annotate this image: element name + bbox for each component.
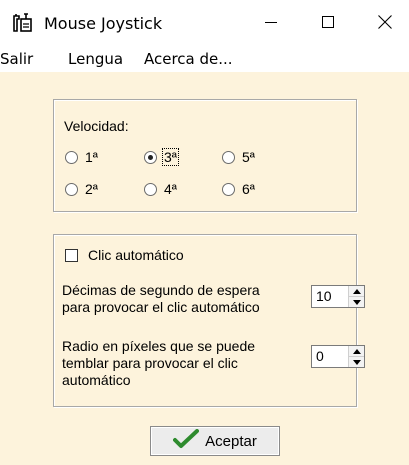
radio-button[interactable] <box>144 182 157 196</box>
speed-option-label: 3ª <box>162 148 179 166</box>
spin-up-button[interactable] <box>349 346 364 357</box>
delay-spinner-arrows <box>348 286 364 307</box>
minimize-icon <box>265 16 277 28</box>
speed-option-label: 6ª <box>242 181 255 197</box>
joystick-icon <box>12 12 36 34</box>
maximize-icon <box>322 16 334 28</box>
triangle-up-icon <box>352 288 361 294</box>
minimize-button[interactable] <box>248 0 294 44</box>
window-title: Mouse Joystick <box>44 14 163 33</box>
spin-up-button[interactable] <box>349 286 364 297</box>
title-bar[interactable]: Mouse Joystick <box>0 0 409 44</box>
spin-down-button[interactable] <box>349 297 364 307</box>
menu-item-lengua[interactable]: Lengua <box>68 50 123 68</box>
triangle-up-icon <box>352 348 361 354</box>
accept-button[interactable]: Aceptar <box>150 426 280 456</box>
delay-label-line1: Décimas de segundo de espera <box>62 282 260 298</box>
speed-option-label: 1ª <box>85 149 98 165</box>
speed-option-2[interactable]: 2ª <box>65 181 99 197</box>
triangle-down-icon <box>352 359 361 365</box>
accept-label: Aceptar <box>205 432 257 450</box>
close-icon <box>378 15 392 29</box>
speed-option-3[interactable]: 3ª <box>144 148 179 166</box>
speed-option-6[interactable]: 6ª <box>222 181 256 197</box>
speed-option-4[interactable]: 4ª <box>144 181 178 197</box>
radius-label-line2: temblar para provocar el clic <box>62 355 238 371</box>
menu-item-acerca[interactable]: Acerca de... <box>144 50 233 68</box>
menu-bar: Salir Lengua Acerca de... <box>0 44 409 72</box>
radius-spinner[interactable]: 0 <box>311 345 365 368</box>
radio-button[interactable] <box>222 150 235 164</box>
menu-item-salir[interactable]: Salir <box>0 50 33 68</box>
main-window: Mouse Joystick Salir Lengua Acerca de...… <box>0 0 409 465</box>
speed-option-5[interactable]: 5ª <box>222 149 256 165</box>
speed-option-1[interactable]: 1ª <box>65 149 99 165</box>
close-button[interactable] <box>362 0 408 44</box>
triangle-down-icon <box>352 299 361 305</box>
speed-label: Velocidad: <box>64 118 129 134</box>
delay-spinner[interactable]: 10 <box>311 285 365 308</box>
radius-value[interactable]: 0 <box>312 346 348 367</box>
checkmark-icon <box>173 428 205 454</box>
autoclick-checkbox[interactable] <box>65 249 78 262</box>
radio-button-selected[interactable] <box>144 150 157 164</box>
speed-option-label: 5ª <box>242 149 255 165</box>
delay-value[interactable]: 10 <box>312 286 348 307</box>
speed-option-label: 4ª <box>164 181 177 197</box>
delay-label-line2: para provocar el clic automático <box>62 299 260 315</box>
speed-option-label: 2ª <box>85 181 98 197</box>
radio-button[interactable] <box>65 182 78 196</box>
spin-down-button[interactable] <box>349 357 364 367</box>
radius-label-line3: automático <box>62 372 131 388</box>
autoclick-label: Clic automático <box>88 247 184 263</box>
radio-button[interactable] <box>222 182 235 196</box>
radius-spinner-arrows <box>348 346 364 367</box>
radius-label-line1: Radio en píxeles que se puede <box>62 338 256 354</box>
maximize-button[interactable] <box>305 0 351 44</box>
radio-button[interactable] <box>65 150 78 164</box>
